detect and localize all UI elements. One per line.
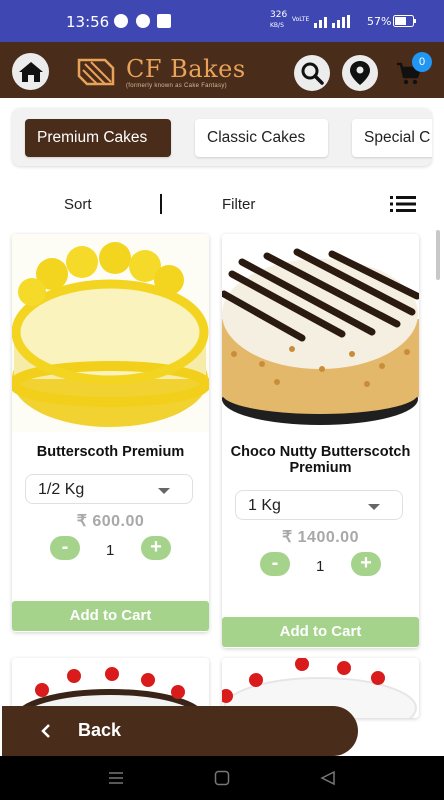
quantity-value: 1 [106,542,115,559]
toolbar-divider [160,194,162,214]
add-to-cart-button[interactable]: Add to Cart [222,617,419,647]
battery-percent: 57% [367,15,392,28]
product-card[interactable]: Butterscoth Premium 1/2 Kg ₹ 600.00 - 1 … [12,234,209,632]
net-speed-unit: KB/S [270,22,284,29]
brand-subtitle: (formerly known as Cake Fantasy) [126,83,227,89]
home-nav-icon[interactable] [214,770,230,786]
increase-qty-button[interactable]: + [141,536,171,560]
choco-nutty-cake-image[interactable] [222,234,419,432]
status-time: 13:56 [66,13,110,31]
sort-button[interactable]: Sort [64,196,92,213]
product-name: Choco Nutty Butterscotch Premium [230,444,411,476]
filter-button[interactable]: Filter [222,196,255,213]
product-card[interactable]: Choco Nutty Butterscotch Premium 1 Kg ₹ … [222,234,419,648]
search-icon [301,62,324,85]
butterscotch-cake-image[interactable] [12,234,209,432]
back-button[interactable]: Back [2,706,358,756]
net-speed-value: 326 [270,10,288,20]
category-tabs: Premium Cakes Classic Cakes Special C [12,108,432,166]
scrollbar[interactable] [436,230,440,280]
back-nav-icon[interactable] [320,770,336,786]
cf-bakes-logo-icon [77,58,115,86]
brand-name: CF Bakes [126,55,246,83]
system-navigation-bar [0,756,444,800]
whatsapp-icon [114,14,128,28]
app-header: CF Bakes (formerly known as Cake Fantasy… [0,42,444,98]
size-value: 1 Kg [248,497,281,514]
search-button[interactable] [294,55,330,91]
decrease-qty-button[interactable]: - [260,552,290,576]
quantity-value: 1 [316,558,325,575]
size-dropdown[interactable]: 1 Kg [235,490,403,520]
app-notification-icon [136,14,150,28]
size-dropdown[interactable]: 1/2 Kg [25,474,193,504]
signal-icon [314,15,350,28]
tab-special-cakes[interactable]: Special C [352,119,432,157]
chevron-left-icon [41,724,50,738]
increase-qty-button[interactable]: + [351,552,381,576]
cart-count-badge: 0 [412,52,432,72]
list-view-icon[interactable] [390,195,416,213]
product-name: Butterscoth Premium [36,444,185,460]
linkedin-icon [157,14,171,28]
home-button[interactable] [12,53,49,90]
battery-icon [393,15,416,27]
home-icon [18,61,43,82]
volte-label: VoLTE [292,16,310,23]
sort-filter-bar: Sort Filter [0,186,444,222]
back-label: Back [78,720,122,740]
chevron-down-icon [158,488,170,494]
product-price: ₹ 1400.00 [282,529,359,546]
location-button[interactable] [342,55,378,91]
recent-apps-icon[interactable] [108,771,124,785]
chevron-down-icon [368,504,380,510]
decrease-qty-button[interactable]: - [50,536,80,560]
size-value: 1/2 Kg [38,481,85,498]
add-to-cart-button[interactable]: Add to Cart [12,601,209,631]
location-pin-icon [350,61,370,85]
product-price: ₹ 600.00 [76,513,145,530]
tab-premium-cakes[interactable]: Premium Cakes [25,119,171,157]
tab-classic-cakes[interactable]: Classic Cakes [195,119,328,157]
status-bar: 13:56 326 KB/S VoLTE 57% [0,0,444,42]
